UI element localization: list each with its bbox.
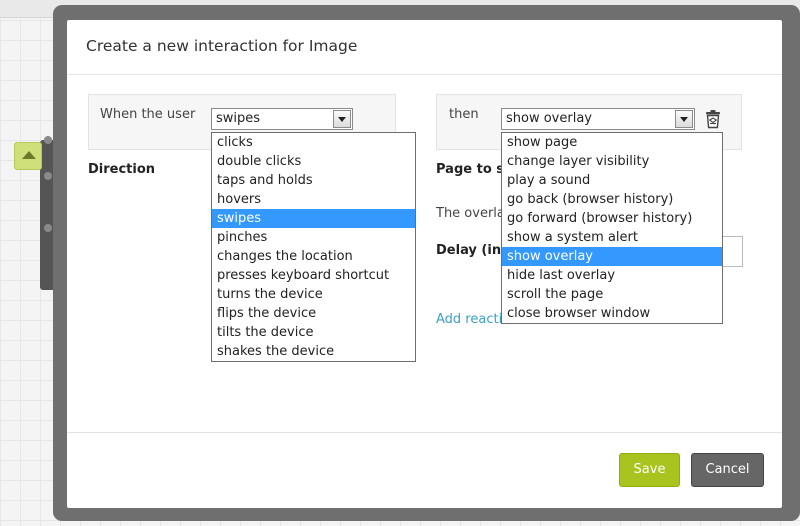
action-select-arrow[interactable] xyxy=(675,110,693,128)
action-option[interactable]: go back (browser history) xyxy=(502,190,722,209)
action-select[interactable]: show overlay xyxy=(501,108,695,130)
trigger-option[interactable]: tilts the device xyxy=(212,323,415,342)
trigger-select-value: swipes xyxy=(216,111,261,126)
action-option[interactable]: change layer visibility xyxy=(502,152,722,171)
trigger-option-selected[interactable]: swipes xyxy=(212,209,415,228)
trigger-option[interactable]: changes the location xyxy=(212,247,415,266)
title-divider xyxy=(67,74,782,75)
trigger-option[interactable]: flips the device xyxy=(212,304,415,323)
resize-handle xyxy=(44,172,52,180)
action-option[interactable]: show a system alert xyxy=(502,228,722,247)
trigger-dropdown-list: clicks double clicks taps and holds hove… xyxy=(211,132,416,362)
trigger-option[interactable]: turns the device xyxy=(212,285,415,304)
interaction-dialog: Create a new interaction for Image When … xyxy=(67,20,782,508)
action-option[interactable]: close browser window xyxy=(502,304,722,323)
trigger-option[interactable]: presses keyboard shortcut xyxy=(212,266,415,285)
arrow-up-icon xyxy=(22,151,36,159)
direction-label: Direction xyxy=(88,162,156,177)
dialog-title: Create a new interaction for Image xyxy=(86,37,358,55)
delay-label: Delay (in xyxy=(436,243,502,258)
trigger-label: When the user xyxy=(100,107,196,122)
action-label: then xyxy=(449,107,479,122)
action-option-selected[interactable]: show overlay xyxy=(502,247,722,266)
page-to-label: Page to s xyxy=(436,162,505,177)
trigger-option[interactable]: shakes the device xyxy=(212,342,415,361)
chevron-down-icon xyxy=(338,117,346,122)
action-option[interactable]: play a sound xyxy=(502,171,722,190)
resize-handle xyxy=(44,136,52,144)
trigger-option[interactable]: clicks xyxy=(212,133,415,152)
chevron-down-icon xyxy=(680,117,688,122)
cancel-button[interactable]: Cancel xyxy=(691,453,764,487)
footer-divider xyxy=(67,432,782,433)
action-option[interactable]: go forward (browser history) xyxy=(502,209,722,228)
action-option[interactable]: show page xyxy=(502,133,722,152)
trigger-option[interactable]: pinches xyxy=(212,228,415,247)
trigger-option[interactable]: taps and holds xyxy=(212,171,415,190)
overlay-text: The overla xyxy=(436,206,505,221)
action-option[interactable]: scroll the page xyxy=(502,285,722,304)
trigger-option[interactable]: double clicks xyxy=(212,152,415,171)
trigger-option[interactable]: hovers xyxy=(212,190,415,209)
move-up-button xyxy=(14,142,42,170)
action-option[interactable]: hide last overlay xyxy=(502,266,722,285)
action-dropdown-list: show page change layer visibility play a… xyxy=(501,132,723,324)
trash-icon[interactable] xyxy=(704,109,722,129)
action-select-value: show overlay xyxy=(506,111,592,126)
trigger-select[interactable]: swipes xyxy=(211,108,353,130)
resize-handle xyxy=(44,224,52,232)
trigger-select-arrow[interactable] xyxy=(333,110,351,128)
save-button[interactable]: Save xyxy=(619,453,680,487)
